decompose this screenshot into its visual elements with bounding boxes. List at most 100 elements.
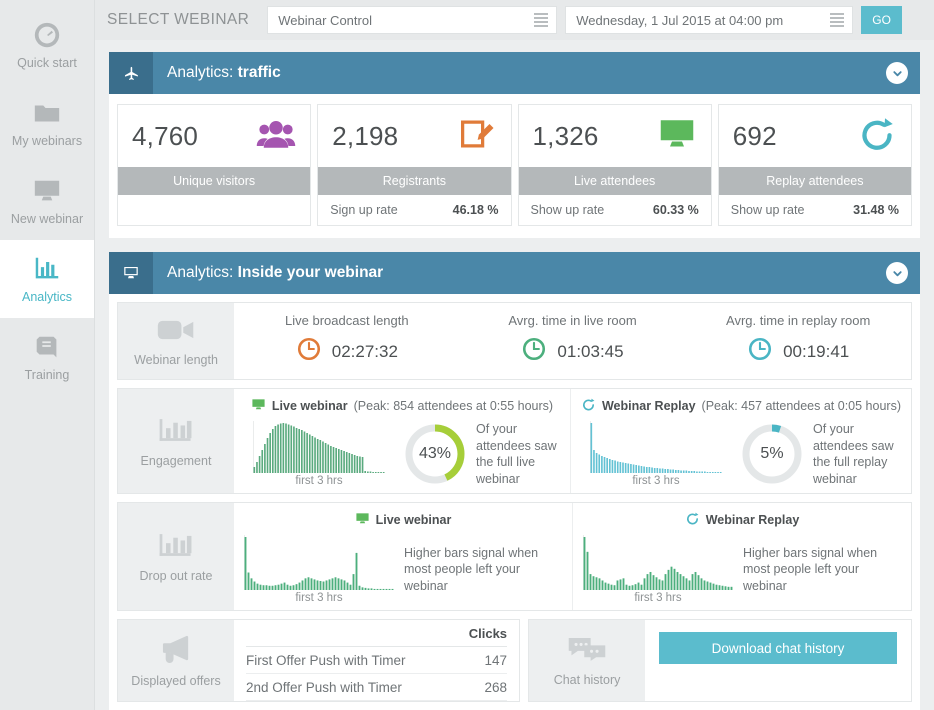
go-button[interactable]: GO: [861, 6, 902, 34]
engagement-halves: Live webinar (Peak: 854 attendees at 0:55…: [234, 389, 911, 493]
download-chat-history-button[interactable]: Download chat history: [659, 632, 897, 664]
donut-percent-label: 5%: [749, 432, 794, 476]
webinar-select[interactable]: Webinar Control: [267, 6, 558, 34]
clock-icon: [296, 336, 322, 367]
metric-value-group: 02:27:32: [296, 336, 398, 367]
dropout-halves: Live webinar first 3 hrs Higher bars signa…: [234, 503, 911, 610]
metric-value: 00:19:41: [783, 341, 850, 361]
chart-half-body: first 3 hrs 5% Of your attendees saw the f…: [581, 421, 901, 487]
metric-caption: Avrg. time in replay room: [726, 313, 871, 328]
sidebar-item-training[interactable]: Training: [0, 318, 94, 396]
sparkline-chart: first 3 hrs: [244, 535, 394, 604]
sparkline-axis-caption: first 3 hrs: [632, 475, 680, 487]
chart-blurb: Higher bars signal when most people left…: [404, 545, 539, 593]
app-root: Quick start My webinars New webinar Analyti…: [0, 0, 934, 710]
sidebar-item-quick-start[interactable]: Quick start: [0, 6, 94, 84]
gauge-icon: [29, 20, 65, 50]
row-label-text: Webinar length: [134, 352, 218, 367]
sidebar-item-analytics[interactable]: Analytics: [0, 240, 94, 318]
webinar-length-metric: Avrg. time in live room 01:03:45: [460, 313, 686, 367]
row-label-text: Engagement: [140, 453, 212, 468]
chart-half-name: Live webinar: [271, 399, 348, 413]
inside-rows: Webinar length Live broadcast length 02:2…: [109, 294, 920, 619]
rate-value: 46.18 %: [452, 203, 499, 217]
offer-name: First Offer Push with Timer: [246, 653, 406, 668]
sparkline-chart: first 3 hrs: [244, 421, 394, 487]
offers-clicks-header: Clicks: [246, 626, 508, 647]
traffic-card: 692 Replay attendees Show up rate 31.48 %: [717, 104, 912, 226]
chart-half-body: first 3 hrs Higher bars signal when most …: [583, 535, 901, 604]
chart-half: Webinar Replay first 3 hrs Higher bars sig…: [572, 503, 911, 610]
replay-icon: [685, 511, 700, 529]
traffic-collapse-button[interactable]: [886, 62, 908, 84]
chart-half: Live webinar (Peak: 854 attendees at 0:55…: [234, 389, 570, 493]
monitor-icon: [355, 511, 370, 529]
top-bar: SELECT WEBINAR Webinar Control Wednesday…: [95, 0, 934, 40]
sidebar-item-label: Training: [24, 368, 70, 383]
traffic-card: 2,198 Registrants Sign up rate 46.18 %: [317, 104, 512, 226]
engagement-label: Engagement: [118, 389, 234, 493]
offers-rows: First Offer Push with Timer 147 2nd Offer …: [246, 647, 508, 701]
metric-value: 02:27:32: [331, 341, 398, 361]
chart-half-header: Live webinar (Peak: 854 attendees at 0:55…: [244, 397, 560, 415]
chart-half-header: Webinar Replay (Peak: 457 attendees at 0:…: [581, 397, 901, 415]
rate-value: 60.33 %: [652, 203, 699, 217]
main-area: SELECT WEBINAR Webinar Control Wednesday…: [95, 0, 934, 710]
traffic-card-value: 692: [732, 120, 777, 151]
traffic-card-value: 1,326: [532, 120, 599, 151]
chart-blurb: Of your attendees saw the full live webi…: [476, 422, 557, 486]
rate-label: Show up rate: [530, 203, 605, 217]
displayed-offers-cell: Displayed offers Clicks First Offer Push…: [117, 619, 521, 702]
replay-icon: [581, 397, 596, 415]
chart-blurb: Of your attendees saw the full replay we…: [812, 422, 894, 486]
chart-half-meta: (Peak: 854 attendees at 0:55 hours): [353, 399, 554, 413]
monitor-icon: [251, 397, 266, 415]
chat-bubbles-icon: [566, 634, 608, 667]
webinar-length-metric: Avrg. time in replay room 00:19:41: [685, 313, 911, 367]
traffic-card-rate: Show up rate 60.33 %: [519, 195, 711, 225]
chart-half-name: Webinar Replay: [601, 399, 696, 413]
traffic-card-label: Unique visitors: [118, 167, 311, 195]
people-icon: [256, 114, 296, 159]
webinar-select-value: Webinar Control: [278, 12, 372, 28]
inside-panel-header: Analytics: Inside your webinar: [109, 252, 920, 294]
chart-half-header: Webinar Replay: [583, 511, 901, 529]
traffic-card-rate: Show up rate 31.48 %: [719, 195, 911, 225]
offer-name: 2nd Offer Push with Timer: [246, 680, 402, 695]
traffic-cards: 4,760 Unique visitors 2,198 Registrants Sign…: [109, 94, 920, 238]
traffic-card-rate: Sign up rate 46.18 %: [318, 195, 510, 225]
sidebar-item-label: Analytics: [21, 290, 73, 305]
sidebar-item-new-webinar[interactable]: New webinar: [0, 162, 94, 240]
sidebar-item-my-webinars[interactable]: My webinars: [0, 84, 94, 162]
sidebar-item-label: New webinar: [10, 212, 84, 227]
chart-half-header: Live webinar: [244, 511, 562, 529]
megaphone-icon: [155, 633, 197, 668]
traffic-card-top: 1,326: [519, 105, 711, 167]
chart-half: Live webinar first 3 hrs Higher bars signa…: [234, 503, 572, 610]
webinar-length-row: Webinar length Live broadcast length 02:2…: [117, 302, 912, 380]
traffic-title-main: traffic: [237, 64, 281, 81]
inside-title-main: Inside your webinar: [237, 264, 384, 281]
sparkline-axis-caption: first 3 hrs: [295, 592, 343, 604]
traffic-panel: Analytics: traffic 4,760 Unique visitors 2…: [109, 52, 920, 238]
traffic-panel-title: Analytics: traffic: [167, 64, 281, 82]
donut-chart: 5%: [741, 423, 803, 485]
engagement-row: Engagement Live webinar (Peak: 854 attend…: [117, 388, 912, 494]
webinar-length-metric: Live broadcast length 02:27:32: [234, 313, 460, 367]
sparkline-axis-caption: first 3 hrs: [295, 475, 343, 487]
traffic-card-value: 4,760: [132, 120, 199, 151]
offers-chat-row: Displayed offers Clicks First Offer Push…: [109, 619, 920, 710]
monitor-icon: [109, 252, 153, 294]
chart-half: Webinar Replay (Peak: 457 attendees at 0:…: [569, 389, 911, 493]
traffic-card-top: 2,198: [318, 105, 510, 167]
inside-panel: Analytics: Inside your webinar Webinar l…: [109, 252, 920, 710]
rate-label: Sign up rate: [330, 203, 398, 217]
monitor-icon: [657, 114, 697, 159]
date-select[interactable]: Wednesday, 1 Jul 2015 at 04:00 pm: [565, 6, 854, 34]
traffic-card-label: Registrants: [318, 167, 511, 195]
chat-body: Download chat history: [645, 620, 911, 701]
traffic-panel-header: Analytics: traffic: [109, 52, 920, 94]
inside-collapse-button[interactable]: [886, 262, 908, 284]
inside-title-prefix: Analytics:: [167, 264, 238, 281]
pencil-icon: [457, 114, 497, 159]
